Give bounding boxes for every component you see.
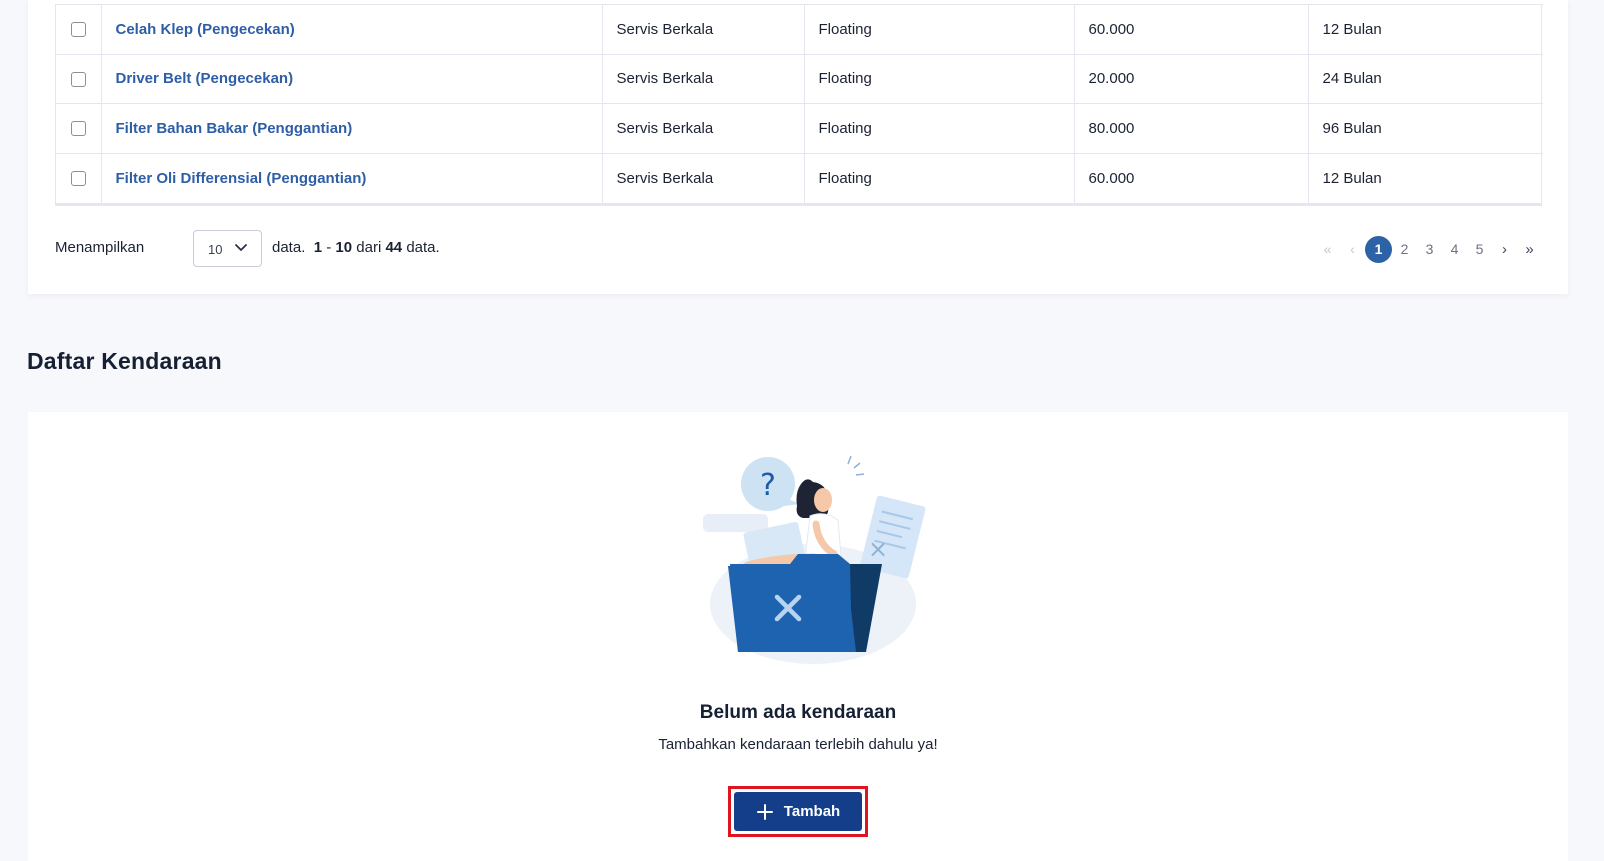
item-name-link[interactable]: Filter Bahan Bakar (Penggantian) xyxy=(116,120,353,137)
table-row: Celah Klep (Pengecekan) Servis Berkala F… xyxy=(56,4,1543,54)
pagination: « ‹ 1 2 3 4 5 › » xyxy=(1315,235,1542,263)
table-row: Filter Oli Differensial (Penggantian) Se… xyxy=(56,152,1543,203)
first-page-button[interactable]: « xyxy=(1315,236,1340,262)
last-page-button[interactable]: » xyxy=(1517,236,1542,262)
row-checkbox[interactable] xyxy=(70,22,86,38)
add-button-label: Tambah xyxy=(783,803,841,820)
item-name-link[interactable]: Filter Oli Differensial (Penggantian) xyxy=(116,170,367,187)
prev-page-button[interactable]: ‹ xyxy=(1340,236,1365,262)
page-size-select[interactable]: 10 xyxy=(193,230,262,267)
page-button-1[interactable]: 1 xyxy=(1365,235,1392,263)
table-footer: Menampilkan 10 data. 1 - 10 dari 44 data… xyxy=(55,230,1542,268)
item-type: Floating xyxy=(804,103,1075,153)
plus-icon xyxy=(756,803,773,820)
page-size-value: 10 xyxy=(208,242,223,257)
item-interval: 96 Bulan xyxy=(1308,103,1543,153)
row-checkbox[interactable] xyxy=(70,121,86,137)
item-type: Floating xyxy=(804,152,1075,203)
item-category: Servis Berkala xyxy=(602,152,805,203)
add-vehicle-button[interactable]: Tambah xyxy=(734,792,862,831)
page-button-2[interactable]: 2 xyxy=(1392,236,1417,262)
chevron-down-icon xyxy=(235,244,247,251)
vehicle-list-card: ? × Belum ada kendaraan Tambahkan kendar… xyxy=(28,412,1568,861)
empty-state-subtitle: Tambahkan kendaraan terlebih dahulu ya! xyxy=(658,736,938,753)
maintenance-card: Celah Klep (Pengecekan) Servis Berkala F… xyxy=(28,0,1568,294)
table-row: Filter Bahan Bakar (Penggantian) Servis … xyxy=(56,103,1543,153)
item-distance: 60.000 xyxy=(1074,4,1309,54)
item-category: Servis Berkala xyxy=(602,103,805,153)
maintenance-table: Celah Klep (Pengecekan) Servis Berkala F… xyxy=(55,4,1543,206)
item-type: Floating xyxy=(804,53,1075,104)
page-button-4[interactable]: 4 xyxy=(1442,236,1467,262)
item-interval: 24 Bulan xyxy=(1308,53,1543,104)
item-name-link[interactable]: Driver Belt (Pengecekan) xyxy=(116,70,294,87)
row-checkbox[interactable] xyxy=(70,171,86,187)
item-interval: 12 Bulan xyxy=(1308,152,1543,203)
item-type: Floating xyxy=(804,4,1075,54)
add-button-highlight: Tambah xyxy=(728,786,868,837)
row-checkbox[interactable] xyxy=(70,71,86,87)
show-label: Menampilkan xyxy=(55,239,145,256)
item-category: Servis Berkala xyxy=(602,53,805,104)
item-distance: 20.000 xyxy=(1074,53,1309,104)
item-interval: 12 Bulan xyxy=(1308,4,1543,54)
svg-text:?: ? xyxy=(760,468,776,503)
item-distance: 80.000 xyxy=(1074,103,1309,153)
page-button-3[interactable]: 3 xyxy=(1417,236,1442,262)
empty-state-title: Belum ada kendaraan xyxy=(699,702,897,723)
next-page-button[interactable]: › xyxy=(1492,236,1517,262)
item-category: Servis Berkala xyxy=(602,4,805,54)
item-distance: 60.000 xyxy=(1074,152,1309,203)
page-button-5[interactable]: 5 xyxy=(1467,236,1492,262)
empty-folder-illustration: ? × xyxy=(703,455,926,664)
range-summary: data. 1 - 10 dari 44 data. xyxy=(272,239,440,256)
item-name-link[interactable]: Celah Klep (Pengecekan) xyxy=(116,21,295,38)
table-row: Driver Belt (Pengecekan) Servis Berkala … xyxy=(56,53,1543,104)
section-title: Daftar Kendaraan xyxy=(27,348,222,374)
svg-text:×: × xyxy=(868,535,888,563)
